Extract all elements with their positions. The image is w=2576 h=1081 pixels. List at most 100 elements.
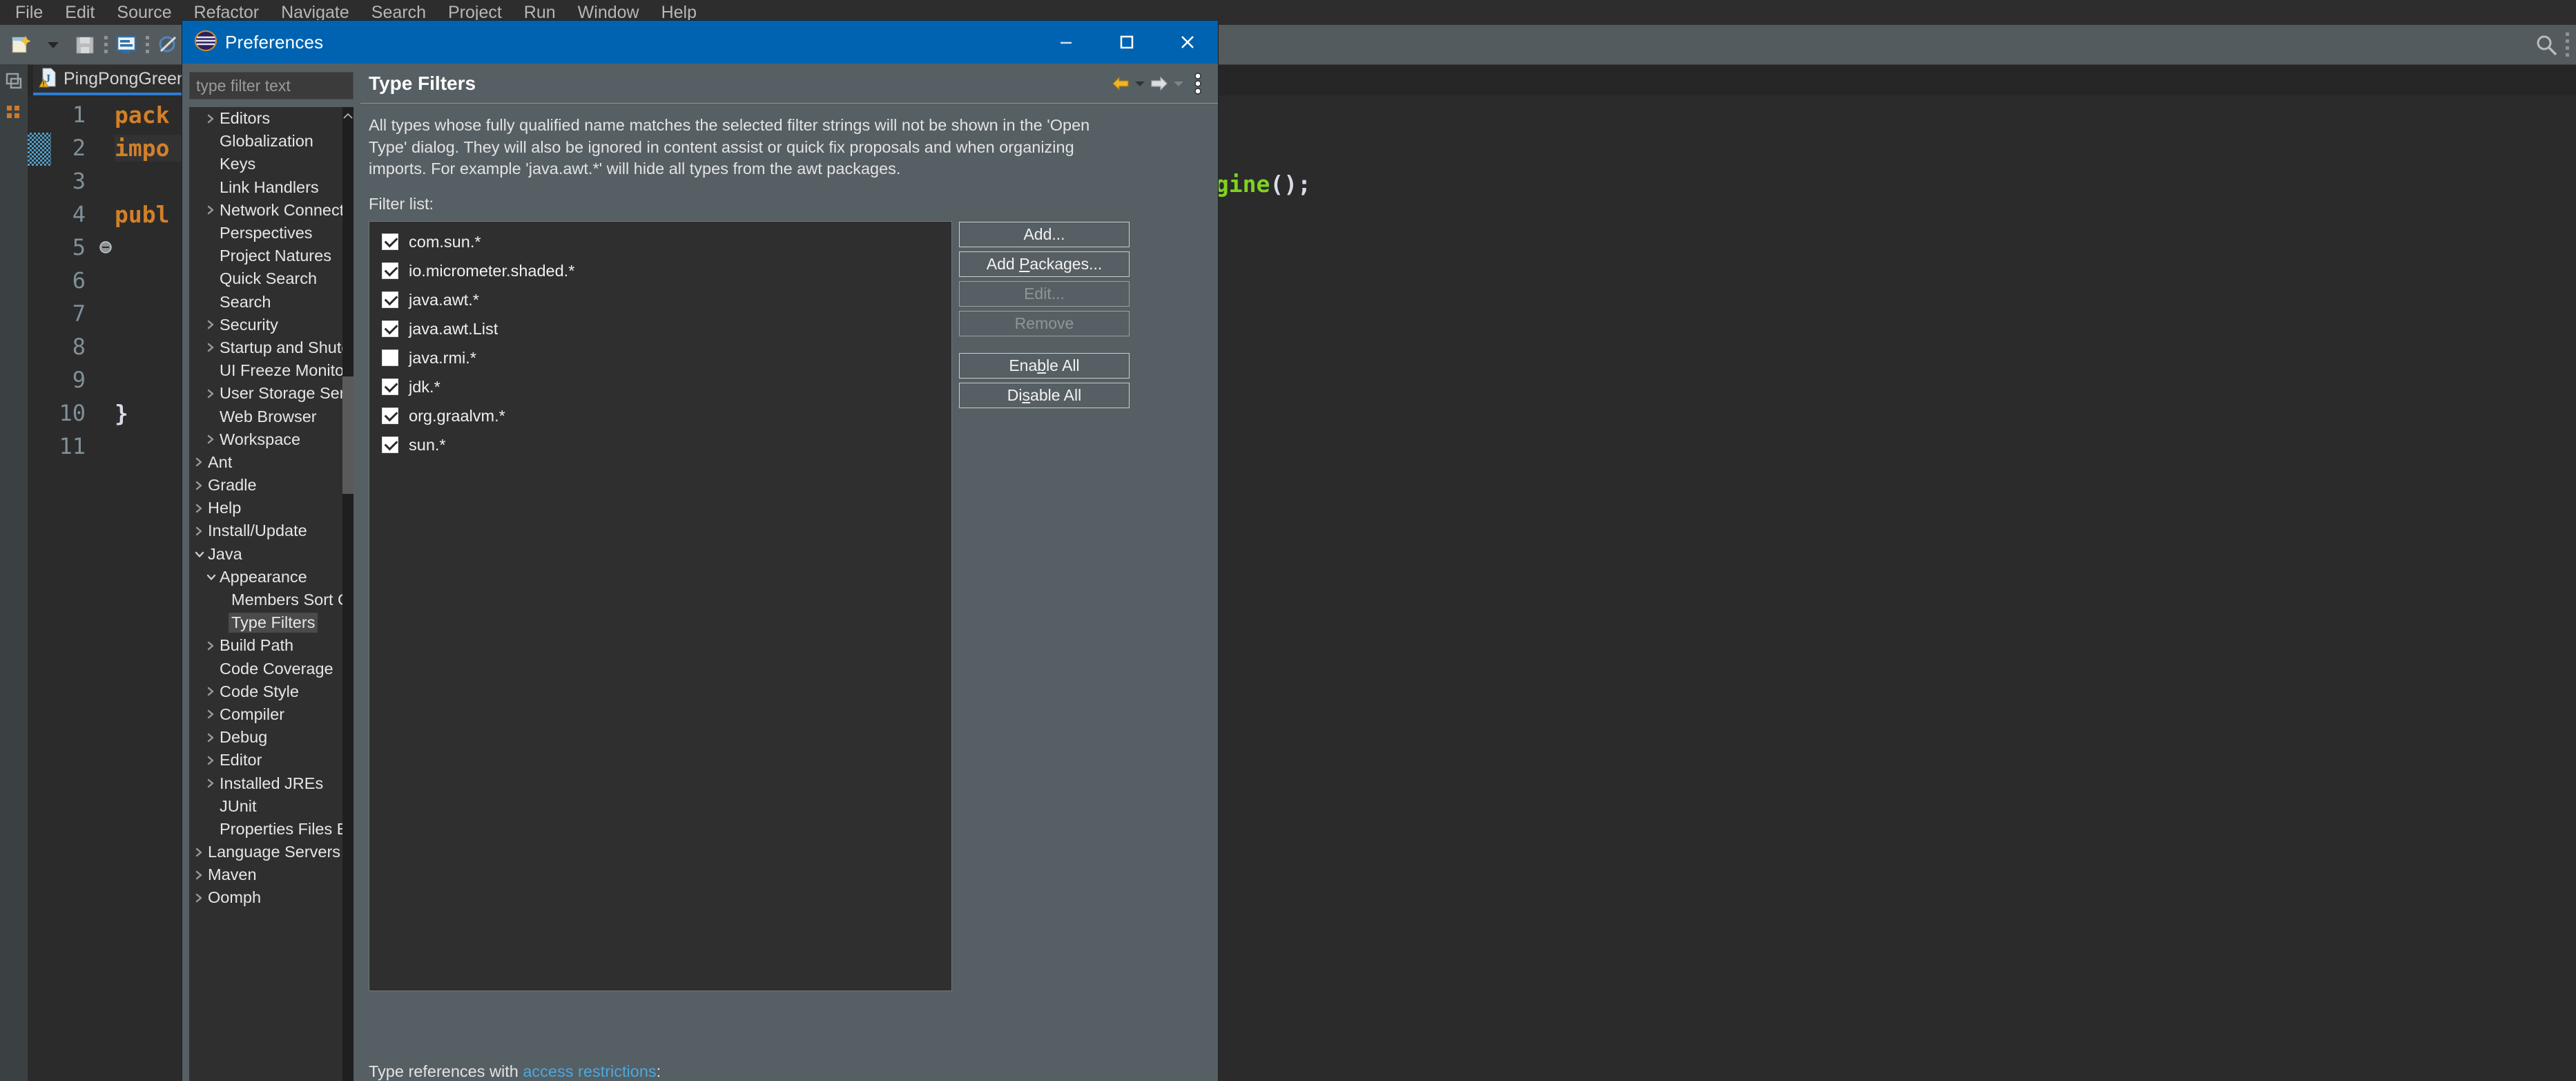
- add-packages-button[interactable]: Add Packages...: [959, 251, 1130, 278]
- tree-scrollbar[interactable]: [342, 107, 354, 1081]
- restore-view-icon[interactable]: [0, 65, 28, 97]
- new-wizard-icon[interactable]: [6, 30, 37, 60]
- preferences-tree[interactable]: Editors Globalization Keys Link Handlers Net…: [189, 107, 354, 1081]
- dialog-title-bar[interactable]: Preferences: [182, 21, 1218, 64]
- menu-item-run[interactable]: Run: [513, 3, 567, 21]
- tree-item-search[interactable]: Search: [189, 291, 342, 314]
- back-dropdown-caret-icon[interactable]: [1132, 70, 1147, 97]
- filter-checkbox[interactable]: [382, 379, 398, 396]
- filter-checkbox[interactable]: [382, 408, 398, 425]
- tree-scrollbar-thumb[interactable]: [342, 376, 354, 494]
- menu-item-refactor[interactable]: Refactor: [183, 3, 270, 21]
- tree-item-code-coverage[interactable]: Code Coverage: [189, 658, 342, 680]
- tree-item-properties-files-editor[interactable]: Properties Files Editor: [189, 818, 354, 841]
- tree-item-help[interactable]: Help: [189, 497, 342, 519]
- menu-item-edit[interactable]: Edit: [54, 3, 106, 21]
- close-button[interactable]: [1157, 21, 1218, 64]
- filter-checkbox[interactable]: [382, 437, 398, 454]
- filter-list[interactable]: com.sun.* io.micrometer.shaded.* java.awt.…: [369, 221, 952, 992]
- chevron-right-icon[interactable]: [205, 320, 217, 329]
- save-icon[interactable]: [69, 30, 101, 60]
- chevron-right-icon[interactable]: [205, 778, 217, 788]
- tree-item-user-storage-service[interactable]: User Storage Service: [189, 382, 354, 405]
- toolbar-drag-handle-2[interactable]: [142, 31, 152, 59]
- tree-item-workspace[interactable]: Workspace: [189, 428, 342, 451]
- maximize-button[interactable]: [1096, 21, 1157, 64]
- chevron-right-icon[interactable]: [205, 687, 217, 696]
- tree-item-link-handlers[interactable]: Link Handlers: [189, 176, 342, 199]
- filter-checkbox[interactable]: [382, 233, 398, 251]
- tree-item-globalization[interactable]: Globalization: [189, 130, 342, 153]
- filter-list-item[interactable]: java.rmi.*: [369, 343, 951, 372]
- tree-item-editors[interactable]: Editors: [189, 107, 342, 130]
- editor-tab-pingponggreen[interactable]: J ! PingPongGreen: [33, 65, 197, 95]
- tree-item-installed-jres[interactable]: Installed JREs: [189, 772, 342, 794]
- chevron-right-icon[interactable]: [193, 504, 205, 513]
- tree-item-install-update[interactable]: Install/Update: [189, 519, 342, 542]
- search-icon[interactable]: [2530, 30, 2562, 60]
- menu-item-search[interactable]: Search: [360, 3, 437, 21]
- tree-item-ant[interactable]: Ant: [189, 451, 342, 474]
- menu-item-navigate[interactable]: Navigate: [270, 3, 360, 21]
- filter-text-input[interactable]: [189, 72, 354, 99]
- filter-list-item[interactable]: jdk.*: [369, 372, 951, 401]
- tree-item-security[interactable]: Security: [189, 314, 342, 336]
- chevron-right-icon[interactable]: [205, 114, 217, 124]
- tree-item-build-path[interactable]: Build Path: [189, 634, 342, 657]
- menu-item-file[interactable]: File: [4, 3, 54, 21]
- tree-item-appearance[interactable]: Appearance: [189, 566, 342, 589]
- chevron-right-icon[interactable]: [193, 848, 205, 857]
- tree-item-members-sort-order[interactable]: Members Sort Order: [189, 589, 354, 611]
- chevron-right-icon[interactable]: [205, 389, 217, 399]
- toolbar-drag-handle[interactable]: [101, 31, 110, 59]
- filter-list-item[interactable]: org.graalvm.*: [369, 401, 951, 430]
- tree-item-debug[interactable]: Debug: [189, 726, 342, 749]
- filter-list-item[interactable]: java.awt.List: [369, 314, 951, 343]
- menu-item-project[interactable]: Project: [437, 3, 513, 21]
- minimize-button[interactable]: [1036, 21, 1096, 64]
- skip-breakpoints-icon[interactable]: [152, 30, 184, 60]
- tree-item-project-natures[interactable]: Project Natures: [189, 245, 342, 267]
- scroll-up-icon[interactable]: [342, 107, 354, 125]
- disable-all-button[interactable]: Disable All: [959, 383, 1130, 409]
- chevron-right-icon[interactable]: [193, 893, 205, 903]
- tree-item-code-style[interactable]: Code Style: [189, 680, 342, 703]
- menu-item-window[interactable]: Window: [567, 3, 650, 21]
- filter-checkbox[interactable]: [382, 321, 398, 338]
- tree-item-compiler[interactable]: Compiler: [189, 703, 342, 726]
- tree-item-junit[interactable]: JUnit: [189, 795, 342, 818]
- chevron-right-icon[interactable]: [205, 205, 217, 215]
- chevron-right-icon[interactable]: [193, 457, 205, 467]
- filter-checkbox[interactable]: [382, 262, 398, 280]
- perspective-dots-icon[interactable]: [2562, 31, 2572, 59]
- tree-item-gradle[interactable]: Gradle: [189, 474, 342, 497]
- tree-item-language-servers[interactable]: Language Servers: [189, 841, 342, 863]
- outline-icon[interactable]: [0, 97, 28, 128]
- enable-all-button[interactable]: Enable All: [959, 353, 1130, 379]
- filter-list-item[interactable]: sun.*: [369, 430, 951, 459]
- menu-item-help[interactable]: Help: [650, 3, 708, 21]
- chevron-down-icon[interactable]: [205, 573, 217, 582]
- forward-dropdown-caret-icon[interactable]: [1171, 70, 1186, 97]
- chevron-right-icon[interactable]: [193, 526, 205, 536]
- chevron-right-icon[interactable]: [205, 641, 217, 651]
- tree-item-startup-and-shutdown[interactable]: Startup and Shutdown: [189, 336, 354, 359]
- chevron-right-icon[interactable]: [193, 870, 205, 880]
- filter-checkbox[interactable]: [382, 291, 398, 309]
- tree-item-oomph[interactable]: Oomph: [189, 886, 342, 909]
- add-button[interactable]: Add...: [959, 222, 1130, 248]
- toggle-mark-occurrences-icon[interactable]: [110, 30, 142, 60]
- access-restrictions-link[interactable]: access restrictions: [523, 1062, 656, 1080]
- tree-item-java[interactable]: Java: [189, 543, 342, 566]
- chevron-right-icon[interactable]: [205, 709, 217, 719]
- chevron-right-icon[interactable]: [193, 481, 205, 490]
- chevron-right-icon[interactable]: [205, 343, 217, 352]
- tree-item-perspectives[interactable]: Perspectives: [189, 222, 342, 245]
- menu-item-source[interactable]: Source: [106, 3, 182, 21]
- filter-checkbox[interactable]: [382, 350, 398, 367]
- collapse-icon[interactable]: [97, 240, 115, 255]
- filter-list-item[interactable]: io.micrometer.shaded.*: [369, 256, 951, 285]
- tree-item-keys[interactable]: Keys: [189, 153, 342, 175]
- tree-item-quick-search[interactable]: Quick Search: [189, 267, 342, 290]
- tree-item-type-filters[interactable]: Type Filters: [189, 611, 342, 634]
